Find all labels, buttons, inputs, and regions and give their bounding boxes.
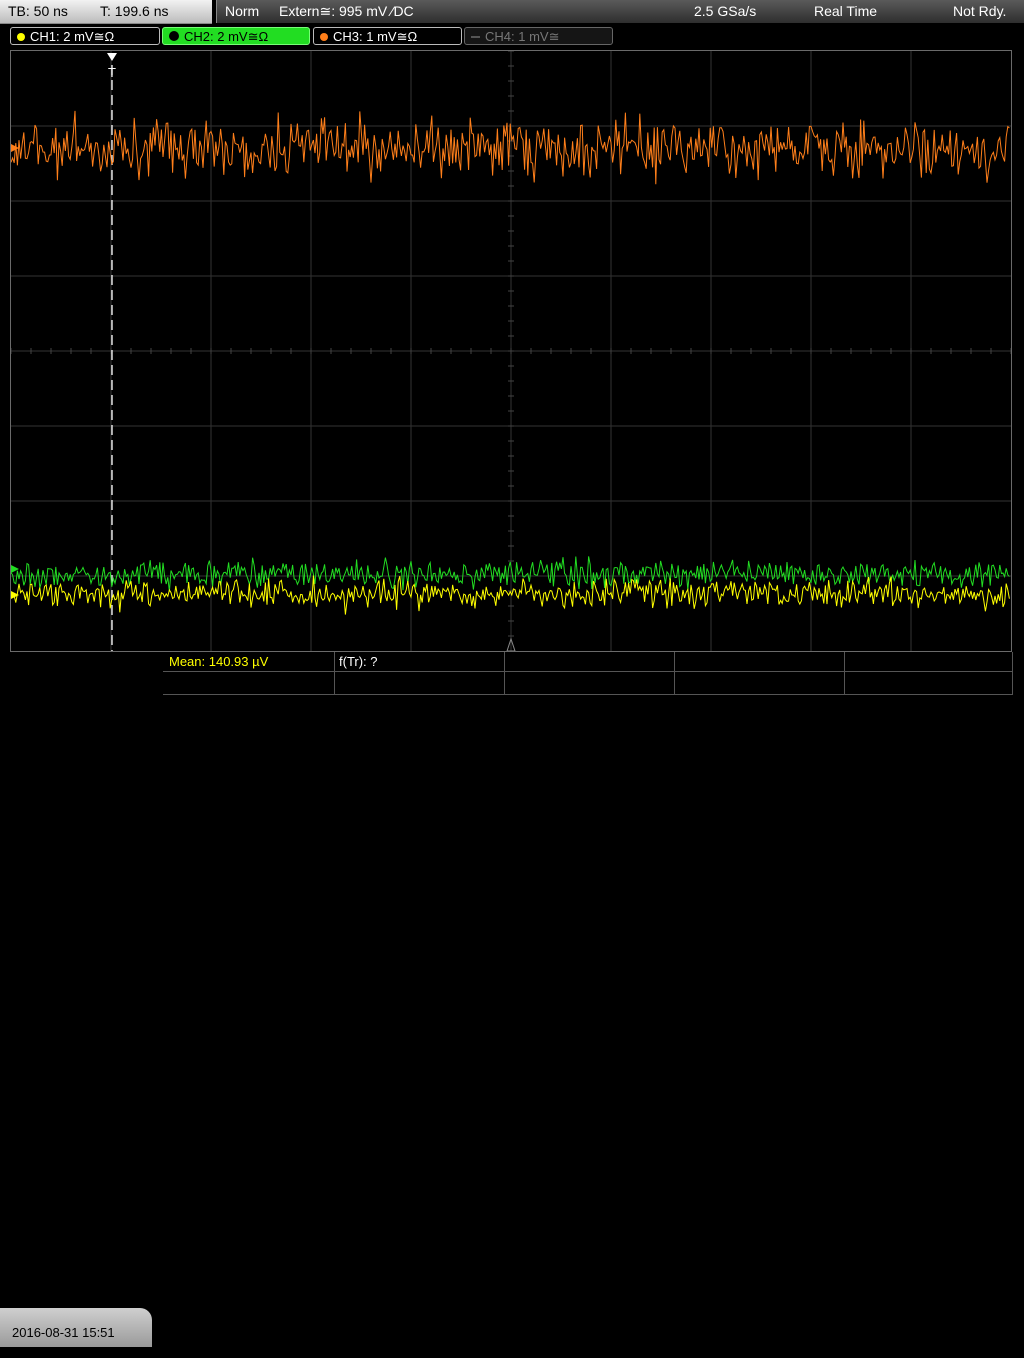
channel-4-tab[interactable]: CH4: 1 mV≅ xyxy=(464,27,613,45)
channel-3-waveform xyxy=(10,110,1010,185)
waveform-display[interactable]: T xyxy=(10,50,1012,652)
measurement-panel[interactable]: Mean: 140.93 µV f(Tr): ? xyxy=(163,652,1013,695)
date-time-text: 2016-08-31 15:51 xyxy=(12,1325,115,1340)
channel-4-label: CH4: 1 mV≅ xyxy=(485,29,560,44)
sample-rate[interactable]: 2.5 GSa/s xyxy=(694,0,756,23)
trigger-time-readout[interactable]: T: 199.6 ns xyxy=(100,0,169,23)
channel-3-indicator-icon xyxy=(320,33,328,41)
measurement-slot-empty[interactable] xyxy=(335,672,505,695)
channel-bar: CH1: 2 mV≅Ω CH2: 2 mV≅Ω CH3: 1 mV≅Ω CH4:… xyxy=(0,26,1024,48)
measurement-mean-value: Mean: 140.93 µV xyxy=(169,654,269,669)
measurement-ftr[interactable]: f(Tr): ? xyxy=(335,652,505,672)
channel-2-tab[interactable]: CH2: 2 mV≅Ω xyxy=(162,27,310,45)
channel-2-indicator-icon xyxy=(169,31,179,41)
measurement-slot-empty[interactable] xyxy=(163,672,335,695)
trigger-marker-label: T xyxy=(108,65,116,80)
channel-3-tab[interactable]: CH3: 1 mV≅Ω xyxy=(313,27,462,45)
top-status-bar: TB: 50 ns T: 199.6 ns Norm Extern≅: 995 … xyxy=(0,0,1024,25)
channel-1-tab[interactable]: CH1: 2 mV≅Ω xyxy=(10,27,160,45)
channel-4-off-icon xyxy=(471,36,480,38)
measurement-slot-empty[interactable] xyxy=(675,652,845,672)
waveform-canvas[interactable]: T xyxy=(10,50,1012,652)
timebase-panel[interactable]: TB: 50 ns T: 199.6 ns xyxy=(0,0,212,24)
measurement-slot-empty[interactable] xyxy=(845,672,1013,695)
measurement-slot-empty[interactable] xyxy=(505,672,675,695)
acquisition-mode[interactable]: Real Time xyxy=(814,0,877,23)
trigger-position-icon[interactable] xyxy=(107,53,117,61)
trigger-source[interactable]: Extern≅: 995 mV ⁄DC xyxy=(279,0,414,23)
measurement-mean[interactable]: Mean: 140.93 µV xyxy=(163,652,335,672)
measurement-slot-empty[interactable] xyxy=(845,652,1013,672)
channel-2-label: CH2: 2 mV≅Ω xyxy=(184,29,269,44)
channel-3-label: CH3: 1 mV≅Ω xyxy=(333,29,418,44)
timebase-readout[interactable]: TB: 50 ns xyxy=(8,0,68,23)
measurement-slot-empty[interactable] xyxy=(505,652,675,672)
measurement-slot-empty[interactable] xyxy=(675,672,845,695)
channel-2-waveform xyxy=(10,556,1010,592)
measurement-ftr-value: f(Tr): ? xyxy=(339,654,378,669)
channel-1-label: CH1: 2 mV≅Ω xyxy=(30,29,115,44)
channel-1-indicator-icon xyxy=(17,33,25,41)
trigger-status: Not Rdy. xyxy=(953,3,1007,19)
trigger-mode[interactable]: Norm xyxy=(225,0,259,23)
acquisition-status-panel: Norm Extern≅: 995 mV ⁄DC 2.5 GSa/s Real … xyxy=(216,0,1024,23)
date-time-display: 2016-08-31 15:51 xyxy=(0,1308,152,1347)
